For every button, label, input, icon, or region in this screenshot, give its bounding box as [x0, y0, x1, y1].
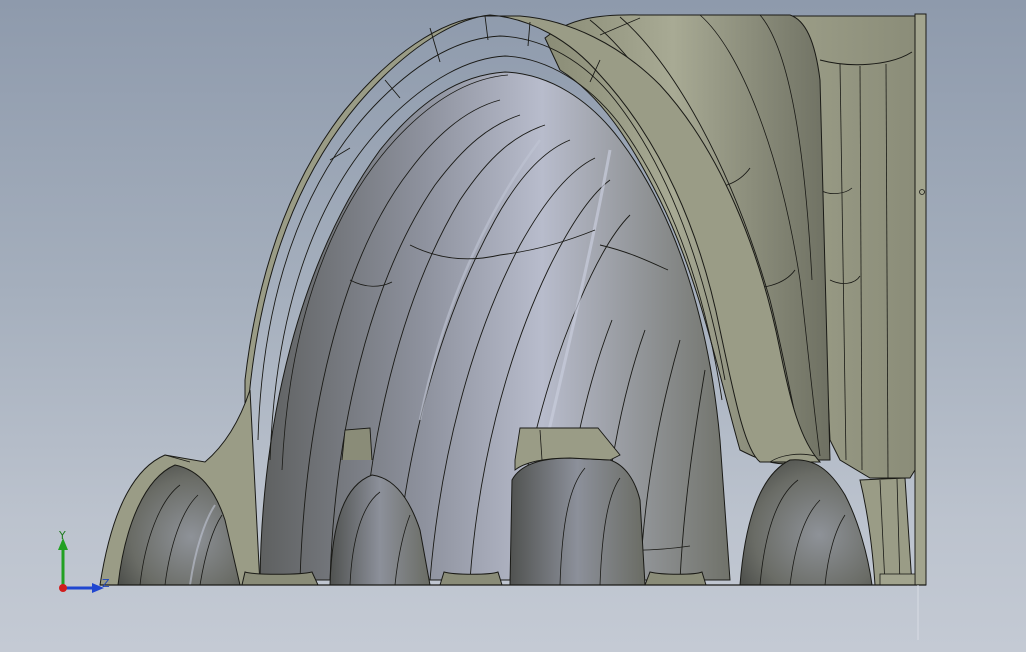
left-base	[99, 389, 261, 586]
triad-z-label: Z	[102, 577, 110, 590]
triad-y-label: Y	[59, 529, 66, 542]
graphics-viewport[interactable]: Y Z	[0, 0, 1026, 652]
model-view[interactable]	[0, 0, 1026, 652]
reference-triad: Y Z	[48, 528, 118, 598]
